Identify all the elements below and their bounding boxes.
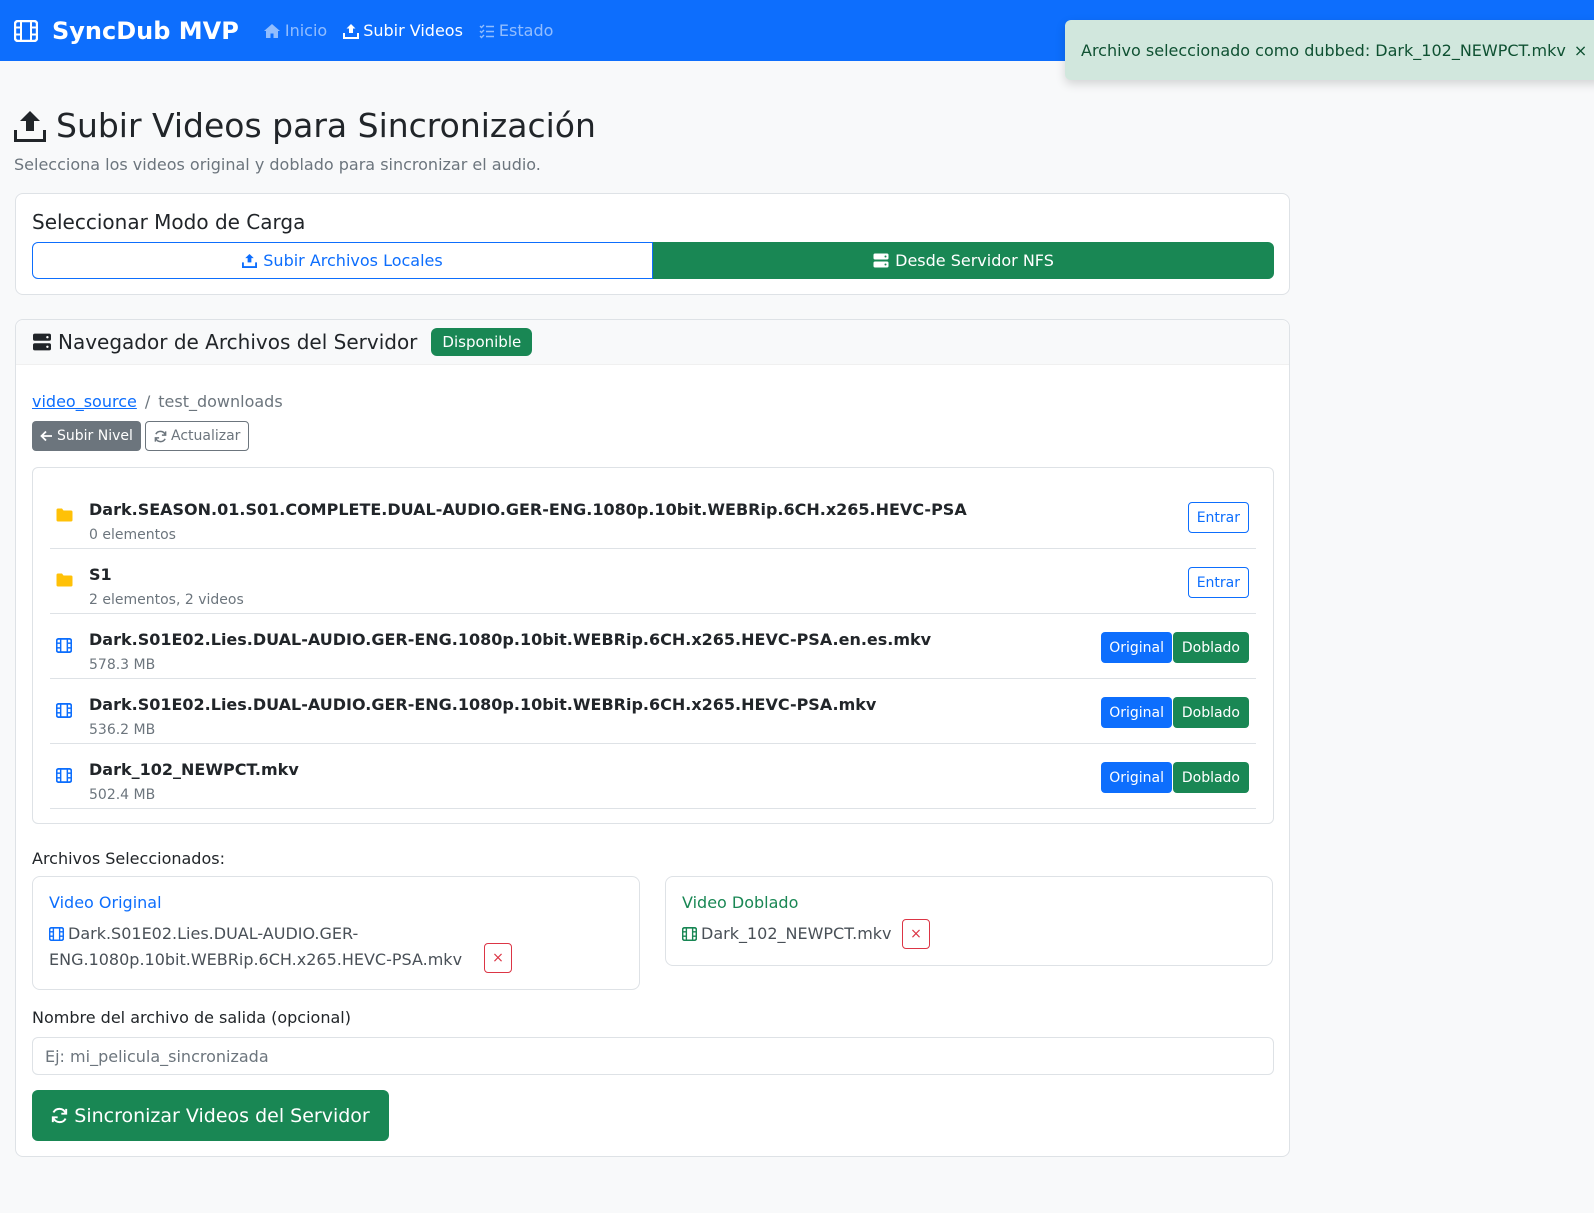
output-name-input[interactable] bbox=[32, 1037, 1274, 1075]
enter-folder-button[interactable]: Entrar bbox=[1187, 502, 1249, 533]
nav-link-subir-videos[interactable]: Subir Videos bbox=[343, 21, 463, 40]
nav-link-label: Subir Videos bbox=[363, 21, 463, 40]
file-name: Dark.SEASON.01.S01.COMPLETE.DUAL-AUDIO.G… bbox=[89, 500, 967, 519]
list-check-icon bbox=[479, 24, 494, 38]
toast-message: Archivo seleccionado como dubbed: Dark_1… bbox=[1081, 40, 1566, 60]
enter-folder-button[interactable]: Entrar bbox=[1187, 567, 1249, 598]
selected-files-label: Archivos Seleccionados: bbox=[32, 849, 225, 868]
select-dubbed-button[interactable]: Doblado bbox=[1172, 762, 1249, 793]
upload-icon bbox=[14, 110, 46, 142]
page-title-text: Subir Videos para Sincronización bbox=[56, 106, 596, 145]
refresh-label: Actualizar bbox=[171, 428, 241, 444]
file-size: 502.4 MB bbox=[89, 787, 156, 803]
browser-title-text: Navegador de Archivos del Servidor bbox=[58, 330, 418, 354]
local-upload-button[interactable]: Subir Archivos Locales bbox=[32, 242, 653, 279]
file-name: Dark.S01E02.Lies.DUAL-AUDIO.GER-ENG.1080… bbox=[89, 630, 932, 649]
film-icon bbox=[681, 926, 698, 942]
breadcrumb-root-link[interactable]: video_source bbox=[32, 392, 137, 411]
browser-title: Navegador de Archivos del Servidor bbox=[32, 330, 417, 354]
select-original-button[interactable]: Original bbox=[1101, 762, 1172, 793]
breadcrumb-current: test_downloads bbox=[158, 392, 283, 411]
file-size: 578.3 MB bbox=[89, 657, 156, 673]
file-name: S1 bbox=[89, 565, 112, 584]
nfs-server-label: Desde Servidor NFS bbox=[895, 251, 1054, 270]
select-dubbed-button[interactable]: Doblado bbox=[1172, 632, 1249, 663]
file-list: Dark.SEASON.01.S01.COMPLETE.DUAL-AUDIO.G… bbox=[32, 467, 1274, 824]
toast-close-button[interactable]: × bbox=[1574, 41, 1587, 60]
remove-dubbed-button[interactable]: × bbox=[902, 919, 930, 949]
file-meta: 2 elementos, 2 videos bbox=[89, 592, 244, 608]
status-badge: Disponible bbox=[431, 328, 533, 356]
film-icon bbox=[14, 19, 38, 42]
selected-original-filename: Dark.S01E02.Lies.DUAL-AUDIO.GER-ENG.1080… bbox=[49, 924, 463, 969]
upload-icon bbox=[343, 23, 360, 39]
go-up-label: Subir Nivel bbox=[57, 428, 133, 444]
select-original-button[interactable]: Original bbox=[1101, 697, 1172, 728]
video-row: Dark_102_NEWPCT.mkv 502.4 MB Original Do… bbox=[50, 744, 1256, 809]
nav-link-label: Estado bbox=[498, 21, 554, 40]
video-row: Dark.S01E02.Lies.DUAL-AUDIO.GER-ENG.1080… bbox=[50, 614, 1256, 679]
film-icon bbox=[48, 926, 65, 942]
refresh-button[interactable]: Actualizar bbox=[145, 421, 250, 451]
server-icon bbox=[33, 333, 51, 351]
nav-link-estado[interactable]: Estado bbox=[479, 21, 553, 40]
folder-icon bbox=[56, 573, 73, 587]
file-size: 536.2 MB bbox=[89, 722, 156, 738]
selected-original-title: Video Original bbox=[49, 893, 162, 912]
breadcrumb: video_source / test_downloads bbox=[32, 392, 283, 411]
selected-dubbed-card: Video Doblado Dark_102_NEWPCT.mkv × bbox=[665, 876, 1273, 966]
home-icon bbox=[263, 23, 280, 38]
upload-mode-toggle: Subir Archivos Locales Desde Servidor NF… bbox=[32, 242, 1274, 279]
file-name: Dark_102_NEWPCT.mkv bbox=[89, 760, 299, 779]
refresh-icon bbox=[52, 1107, 68, 1124]
output-name-label: Nombre del archivo de salida (opcional) bbox=[32, 1008, 351, 1027]
folder-row: Dark.SEASON.01.S01.COMPLETE.DUAL-AUDIO.G… bbox=[50, 484, 1256, 549]
go-up-button[interactable]: Subir Nivel bbox=[32, 421, 141, 451]
brand-name: SyncDub MVP bbox=[52, 16, 239, 45]
nfs-server-button[interactable]: Desde Servidor NFS bbox=[653, 242, 1274, 279]
server-file-browser: Navegador de Archivos del Servidor Dispo… bbox=[15, 319, 1290, 1157]
selected-original-file: Dark.S01E02.Lies.DUAL-AUDIO.GER-ENG.1080… bbox=[48, 921, 469, 973]
upload-mode-title: Seleccionar Modo de Carga bbox=[32, 210, 306, 234]
arrow-left-icon bbox=[40, 430, 52, 442]
folder-row: S1 2 elementos, 2 videos Entrar bbox=[50, 549, 1256, 614]
browser-header: Navegador de Archivos del Servidor Dispo… bbox=[16, 320, 1289, 365]
breadcrumb-separator: / bbox=[144, 392, 151, 411]
selected-dubbed-file: Dark_102_NEWPCT.mkv bbox=[681, 921, 892, 947]
server-icon bbox=[873, 253, 889, 268]
film-icon bbox=[56, 703, 72, 718]
select-dubbed-button[interactable]: Doblado bbox=[1172, 697, 1249, 728]
select-original-button[interactable]: Original bbox=[1101, 632, 1172, 663]
page-subtitle: Selecciona los videos original y doblado… bbox=[14, 155, 541, 174]
file-meta: 0 elementos bbox=[89, 527, 176, 543]
upload-icon bbox=[242, 253, 258, 268]
folder-icon bbox=[56, 508, 73, 522]
selected-original-card: Video Original Dark.S01E02.Lies.DUAL-AUD… bbox=[32, 876, 640, 990]
upload-mode-card: Seleccionar Modo de Carga Subir Archivos… bbox=[15, 193, 1290, 295]
local-upload-label: Subir Archivos Locales bbox=[263, 251, 443, 270]
sync-videos-label: Sincronizar Videos del Servidor bbox=[74, 1104, 370, 1127]
selected-dubbed-filename: Dark_102_NEWPCT.mkv bbox=[701, 924, 892, 943]
file-name: Dark.S01E02.Lies.DUAL-AUDIO.GER-ENG.1080… bbox=[89, 695, 877, 714]
toast-notification: Archivo seleccionado como dubbed: Dark_1… bbox=[1065, 20, 1594, 80]
film-icon bbox=[56, 768, 72, 783]
brand[interactable]: SyncDub MVP bbox=[14, 17, 239, 45]
nav-link-inicio[interactable]: Inicio bbox=[263, 21, 327, 40]
refresh-icon bbox=[154, 430, 167, 442]
selected-dubbed-title: Video Doblado bbox=[682, 893, 799, 912]
nav-link-label: Inicio bbox=[284, 21, 328, 40]
remove-original-button[interactable]: × bbox=[484, 943, 512, 973]
sync-videos-button[interactable]: Sincronizar Videos del Servidor bbox=[32, 1090, 389, 1141]
page-title: Subir Videos para Sincronización bbox=[14, 106, 596, 145]
film-icon bbox=[56, 638, 72, 653]
video-row: Dark.S01E02.Lies.DUAL-AUDIO.GER-ENG.1080… bbox=[50, 679, 1256, 744]
